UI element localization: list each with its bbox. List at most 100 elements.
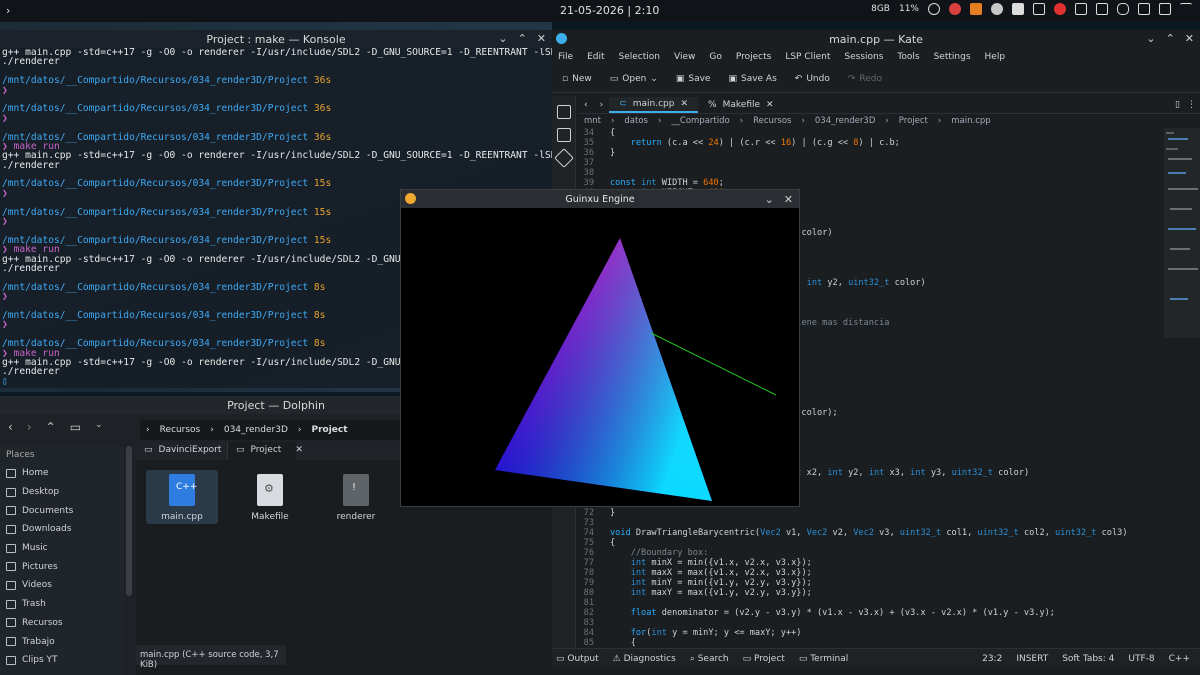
save-button[interactable]: ▣ Save (676, 74, 711, 84)
render-canvas[interactable] (401, 208, 799, 506)
minimap[interactable] (1164, 128, 1200, 338)
clock[interactable]: 21-05-2026 | 2:10 (560, 4, 659, 17)
search-button[interactable]: ⌕ Search (690, 654, 729, 664)
place-item-desktop[interactable]: Desktop (0, 483, 124, 502)
notification-icon[interactable] (928, 3, 940, 15)
projects-icon[interactable] (556, 128, 571, 142)
discord-icon[interactable] (1012, 3, 1024, 15)
split-view-icon[interactable]: ▯ (1175, 100, 1180, 110)
network-icon[interactable] (1159, 3, 1171, 15)
encoding[interactable]: UTF-8 (1128, 654, 1154, 664)
battery-indicator[interactable]: 11% (899, 4, 919, 14)
menu-item-edit[interactable]: Edit (587, 52, 604, 62)
place-item-clips-yt[interactable]: Clips YT (0, 651, 124, 670)
view-icon[interactable]: ▭ (70, 420, 81, 434)
menu-item-help[interactable]: Help (985, 52, 1006, 62)
tab-davinci-export[interactable]: ▭ DavinciExport (136, 442, 228, 460)
forward-icon[interactable]: › (27, 420, 32, 434)
place-item-documents[interactable]: Documents (0, 501, 124, 520)
breadcrumb-item-current[interactable]: Project (311, 425, 347, 435)
documents-icon[interactable] (556, 105, 571, 119)
back-icon[interactable]: ‹ (8, 420, 13, 434)
breadcrumb-item[interactable]: Project (899, 116, 928, 126)
forward-icon[interactable]: › (594, 100, 610, 110)
terminal-prompt-icon[interactable]: › (6, 4, 10, 17)
up-icon[interactable]: ⌃ (46, 420, 56, 434)
menu-item-lsp-client[interactable]: LSP Client (785, 52, 830, 62)
place-item-home[interactable]: Home (0, 464, 124, 483)
close-icon[interactable]: ✕ (784, 193, 793, 206)
code-line[interactable]: 82 float denominator = (v2.y - v3.y) * (… (578, 608, 1164, 618)
tab-project[interactable]: ▭ Project ✕ (228, 442, 303, 460)
code-line[interactable]: 38 (578, 168, 1164, 178)
breadcrumb-item[interactable]: 034_render3D (815, 116, 875, 126)
code-line[interactable]: 39 const int WIDTH = 640; (578, 178, 1164, 188)
menu-item-projects[interactable]: Projects (736, 52, 771, 62)
kate-titlebar[interactable]: main.cpp — Kate ⌄ ⌃ ✕ (552, 30, 1200, 48)
place-item-videos[interactable]: Videos (0, 576, 124, 595)
place-item-recursos[interactable]: Recursos (0, 614, 124, 633)
code-line[interactable]: 36} (578, 148, 1164, 158)
chip-icon[interactable] (1075, 3, 1087, 15)
maximize-icon[interactable]: ⌃ (518, 32, 527, 45)
steam-icon[interactable] (991, 3, 1003, 15)
place-item-trabajo[interactable]: Trabajo (0, 632, 124, 651)
redo-button[interactable]: ↷ Redo (848, 74, 882, 84)
code-line[interactable]: 78 int maxX = max({v1.x, v2.x, v3.x}); (578, 568, 1164, 578)
sidebar-scrollbar[interactable] (126, 446, 132, 596)
chat-icon[interactable] (1033, 3, 1045, 15)
volume-icon[interactable] (1138, 3, 1150, 15)
code-line[interactable]: 77 int minX = min({v1.x, v2.x, v3.x}); (578, 558, 1164, 568)
code-line[interactable]: 37 (578, 158, 1164, 168)
undo-button[interactable]: ↶ Undo (795, 74, 830, 84)
breadcrumb-item[interactable]: __Compartido (671, 116, 729, 126)
file-item-makefile[interactable]: ⚙ Makefile (234, 470, 306, 522)
menu-item-view[interactable]: View (674, 52, 695, 62)
code-line[interactable]: 75 { (578, 538, 1164, 548)
file-item-renderer[interactable]: ! renderer (320, 470, 392, 522)
tab-makefile[interactable]: % Makefile ✕ (698, 98, 784, 112)
input-mode[interactable]: INSERT (1016, 654, 1048, 664)
code-line[interactable]: 73 (578, 518, 1164, 528)
place-item-trash[interactable]: Trash (0, 595, 124, 614)
menu-item-file[interactable]: File (558, 52, 573, 62)
minimize-icon[interactable]: ⌄ (498, 32, 507, 45)
code-line[interactable]: 84 for(int y = minY; y <= maxY; y++) (578, 628, 1164, 638)
output-button[interactable]: ▭ Output (556, 654, 599, 664)
breadcrumb-item[interactable]: 034_render3D (224, 425, 288, 435)
breadcrumb-item[interactable]: mnt (584, 116, 601, 126)
arrow-up-icon[interactable] (1180, 3, 1192, 15)
code-line[interactable]: 83 (578, 618, 1164, 628)
clipboard-icon[interactable] (1096, 3, 1108, 15)
chevron-down-icon[interactable]: ⌄ (650, 74, 658, 84)
menu-item-sessions[interactable]: Sessions (844, 52, 883, 62)
code-line[interactable]: 81 (578, 598, 1164, 608)
open-button[interactable]: ▭ Open ⌄ (610, 74, 658, 84)
language-mode[interactable]: C++ (1169, 654, 1200, 664)
close-tab-icon[interactable]: ✕ (681, 99, 689, 109)
breadcrumb-item[interactable]: main.cpp (951, 116, 990, 126)
maximize-icon[interactable]: ⌃ (1166, 32, 1175, 45)
project-button[interactable]: ▭ Project (743, 654, 785, 664)
diagnostics-button[interactable]: ⚠ Diagnostics (613, 654, 676, 664)
minimize-icon[interactable]: ⌄ (1146, 32, 1155, 45)
record-icon[interactable] (1054, 3, 1066, 15)
code-line[interactable]: 74 void DrawTriangleBarycentric(Vec2 v1, … (578, 528, 1164, 538)
microphone-icon[interactable] (1117, 3, 1129, 15)
app-icon-red[interactable] (949, 3, 961, 15)
close-tab-icon[interactable]: ✕ (766, 100, 774, 110)
code-line[interactable]: 79 int minY = min({v1.y, v2.y, v3.y}); (578, 578, 1164, 588)
indentation[interactable]: Soft Tabs: 4 (1062, 654, 1114, 664)
save-as-button[interactable]: ▣ Save As (728, 74, 776, 84)
menu-icon[interactable]: ⋮ (1187, 100, 1196, 110)
chevron-down-icon[interactable]: ⌄ (95, 420, 103, 434)
app-icon-orange[interactable] (970, 3, 982, 15)
guinxu-titlebar[interactable]: Guinxu Engine ⌄ ✕ (401, 190, 799, 208)
menu-item-settings[interactable]: Settings (934, 52, 971, 62)
file-item-main-cpp[interactable]: C++ main.cpp (146, 470, 218, 524)
konsole-titlebar[interactable]: Project : make — Konsole ⌄ ⌃ ✕ (0, 30, 552, 48)
code-line[interactable]: 35 return (c.a << 24) | (c.r << 16) | (c… (578, 138, 1164, 148)
tab-main-cpp[interactable]: ⊂ main.cpp ✕ (609, 96, 699, 113)
menu-item-tools[interactable]: Tools (897, 52, 919, 62)
close-icon[interactable]: ✕ (1185, 32, 1194, 45)
